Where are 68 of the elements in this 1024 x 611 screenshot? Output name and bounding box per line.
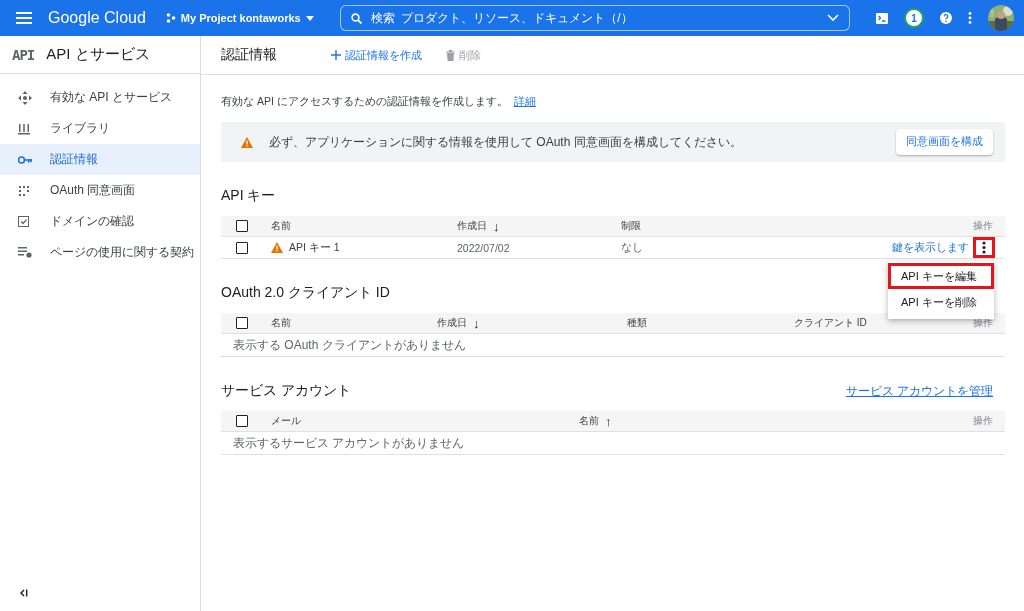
section-title: API キー bbox=[221, 187, 276, 205]
menu-item[interactable]: API キーを編集 bbox=[888, 263, 994, 289]
sort-arrow[interactable]: ↑ bbox=[605, 413, 612, 429]
more-button[interactable] bbox=[973, 237, 995, 258]
checkbox-icon bbox=[18, 216, 29, 227]
configure-button[interactable]: 同意画面を構成 bbox=[896, 129, 993, 155]
plus-icon bbox=[331, 50, 341, 60]
more-icon[interactable] bbox=[968, 12, 972, 24]
details-link[interactable]: 詳細 bbox=[513, 95, 536, 107]
column-header: 作成日 bbox=[437, 316, 467, 330]
sidebar-item[interactable]: OAuth 同意画面 bbox=[0, 175, 200, 206]
create-button[interactable]: 認証情報を作成 bbox=[331, 47, 422, 63]
library-icon bbox=[18, 122, 30, 135]
warning-icon bbox=[241, 136, 253, 148]
key-icon bbox=[18, 155, 32, 164]
table-cell: 2022/07/02 bbox=[457, 241, 510, 254]
sidebar-item[interactable]: ライブラリ bbox=[0, 113, 200, 144]
column-header: 名前 bbox=[271, 316, 291, 330]
sidebar-item[interactable]: 有効な API とサービス bbox=[0, 82, 200, 113]
sidebar-item[interactable]: ドメインの確認 bbox=[0, 206, 200, 237]
column-header: 種類 bbox=[627, 316, 647, 330]
help-icon[interactable] bbox=[940, 12, 952, 24]
column-header: メール bbox=[271, 414, 301, 428]
column-header: 名前 bbox=[271, 219, 291, 233]
project-icon bbox=[165, 13, 176, 23]
checkbox[interactable] bbox=[236, 241, 248, 254]
table-cell: なし bbox=[621, 240, 643, 255]
checkbox[interactable] bbox=[236, 317, 248, 329]
empty-message: 表示するサービス アカウントがありません bbox=[233, 434, 465, 452]
menu-icon[interactable] bbox=[16, 12, 32, 24]
sidebar-item[interactable]: 認証情報 bbox=[0, 144, 200, 175]
banner-message: 必ず、アプリケーションに関する情報を使用して OAuth 同意画面を構成してください。 bbox=[269, 133, 743, 151]
menu-item[interactable]: API キーを削除 bbox=[888, 289, 994, 315]
column-header: クライアント ID bbox=[794, 316, 867, 330]
page-title: 認証情報 bbox=[221, 46, 277, 64]
sidebar-item[interactable]: ページの使用に関する契約 bbox=[0, 237, 200, 268]
chevron-down-icon[interactable] bbox=[826, 14, 839, 22]
sort-arrow[interactable]: ↓ bbox=[473, 315, 480, 331]
terminal-icon[interactable] bbox=[876, 12, 888, 24]
sidebar-title: API とサービス bbox=[46, 45, 150, 64]
move-icon bbox=[18, 90, 32, 105]
manage-link[interactable]: サービス アカウントを管理 bbox=[845, 382, 993, 400]
section-title: サービス アカウント bbox=[221, 382, 351, 400]
search-field[interactable]: 検索 プロダクト、リソース、ドキュメント（/） bbox=[339, 5, 850, 31]
notification-badge[interactable]: 1 bbox=[904, 8, 924, 28]
project-selector[interactable]: My Project kontaworks bbox=[165, 12, 314, 24]
column-header: 作成日 bbox=[457, 219, 487, 233]
more-icon bbox=[982, 241, 986, 254]
description: 有効な API にアクセスするための認証情報を作成します。 詳細 bbox=[221, 95, 537, 109]
sort-arrow[interactable]: ↓ bbox=[493, 218, 500, 234]
trash-icon bbox=[446, 49, 455, 61]
column-header: 名前 bbox=[579, 414, 599, 428]
search-icon bbox=[350, 13, 362, 24]
show-key-link[interactable]: 鍵を表示します bbox=[892, 240, 969, 255]
column-header: 操作 bbox=[973, 414, 994, 428]
table-cell: API キー 1 bbox=[289, 240, 340, 255]
column-header: 操作 bbox=[973, 219, 994, 233]
logo[interactable]: Google Cloud bbox=[48, 9, 146, 27]
dots-icon bbox=[18, 184, 30, 197]
checkbox[interactable] bbox=[236, 415, 248, 427]
section-title: OAuth 2.0 クライアント ID bbox=[221, 284, 390, 302]
caret-icon bbox=[305, 15, 314, 21]
api-label: API bbox=[12, 46, 35, 63]
checkbox[interactable] bbox=[236, 220, 248, 232]
column-header: 制限 bbox=[621, 219, 641, 233]
empty-message: 表示する OAuth クライアントがありません bbox=[233, 336, 466, 354]
list-settings-icon bbox=[18, 247, 32, 258]
collapse-icon[interactable] bbox=[20, 589, 28, 597]
